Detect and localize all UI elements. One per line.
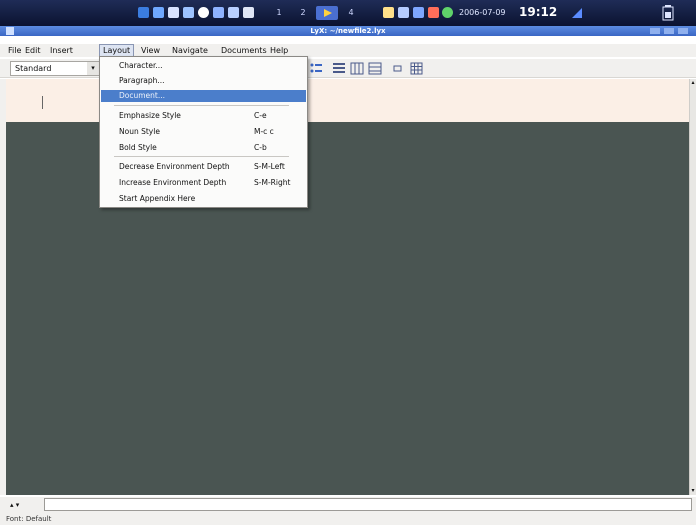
scroll-down-icon[interactable]: ▾ [690, 487, 696, 495]
workspace-2[interactable]: 2 [292, 6, 314, 20]
table-icon[interactable] [410, 62, 424, 75]
table-cols-icon[interactable] [350, 62, 364, 75]
command-input[interactable] [44, 498, 692, 511]
clock-time: 19:12 [519, 5, 558, 19]
menu-item-document[interactable]: Document... [101, 90, 306, 102]
clipboard-icon[interactable] [398, 7, 409, 18]
maximize-icon [664, 28, 674, 34]
launcher-icon[interactable] [138, 7, 149, 18]
menu-item-character[interactable]: Character... [101, 60, 306, 72]
close-icon [678, 28, 688, 34]
window-titlebar[interactable]: LyX: ~/newfile2.lyx [0, 26, 696, 36]
signal-icon[interactable] [570, 6, 584, 20]
status-icon[interactable] [442, 7, 453, 18]
menu-edit[interactable]: Edit [22, 44, 44, 57]
volume-icon[interactable] [413, 7, 424, 18]
window-controls[interactable] [650, 27, 690, 35]
settings-icon[interactable] [228, 7, 239, 18]
history-arrows[interactable]: ▴ ▾ [10, 500, 40, 510]
workspace-3[interactable] [316, 6, 338, 20]
vertical-scrollbar[interactable]: ▴ ▾ [689, 79, 696, 495]
files-icon[interactable] [153, 7, 164, 18]
network-icon[interactable] [183, 7, 194, 18]
box-icon[interactable] [393, 62, 403, 75]
workspace-4[interactable]: 4 [340, 6, 362, 20]
play-icon [324, 9, 332, 17]
alert-icon[interactable] [428, 7, 439, 18]
battery-icon[interactable] [662, 4, 674, 21]
mail-icon[interactable] [213, 7, 224, 18]
status-bar: Font: Default [0, 513, 696, 525]
scroll-up-icon[interactable]: ▴ [690, 79, 696, 87]
layout-dropdown-menu: Character... Paragraph... Document... Em… [99, 56, 308, 208]
status-text: Font: Default [6, 515, 52, 523]
minibuffer: ▴ ▾ [0, 497, 696, 513]
minimize-icon [650, 28, 660, 34]
notes-icon[interactable] [383, 7, 394, 18]
menu-item-bold-style[interactable]: Bold Style C-b [101, 142, 306, 154]
text-cursor [42, 96, 43, 109]
menu-separator [114, 105, 289, 106]
menu-item-increase-depth[interactable]: Increase Environment Depth S-M-Right [101, 177, 306, 189]
list-icon[interactable] [332, 62, 346, 75]
clock-date: 2006-07-09 [459, 8, 506, 17]
terminal-icon[interactable] [168, 7, 179, 18]
workspace-1[interactable]: 1 [268, 6, 290, 20]
paragraph-style-value: Standard [15, 64, 52, 73]
paragraph-style-select[interactable]: Standard ▾ [10, 61, 100, 76]
menu-item-paragraph[interactable]: Paragraph... [101, 75, 306, 87]
table-rows-icon[interactable] [368, 62, 382, 75]
menu-insert[interactable]: Insert [47, 44, 76, 57]
menu-item-noun-style[interactable]: Noun Style M-c c [101, 126, 306, 138]
window-title: LyX: ~/newfile2.lyx [310, 27, 386, 35]
menu-item-start-appendix[interactable]: Start Appendix Here [101, 193, 306, 205]
monitor-icon[interactable] [243, 7, 254, 18]
desktop-panel: 1 2 4 2006-07-09 19:12 [0, 0, 696, 26]
bullets-icon[interactable] [309, 62, 323, 75]
globe-icon[interactable] [198, 7, 209, 18]
menu-item-decrease-depth[interactable]: Decrease Environment Depth S-M-Left [101, 161, 306, 173]
menu-item-emphasize[interactable]: Emphasize Style C-e [101, 110, 306, 122]
chevron-down-icon[interactable]: ▾ [87, 62, 99, 75]
menu-separator [114, 156, 289, 157]
